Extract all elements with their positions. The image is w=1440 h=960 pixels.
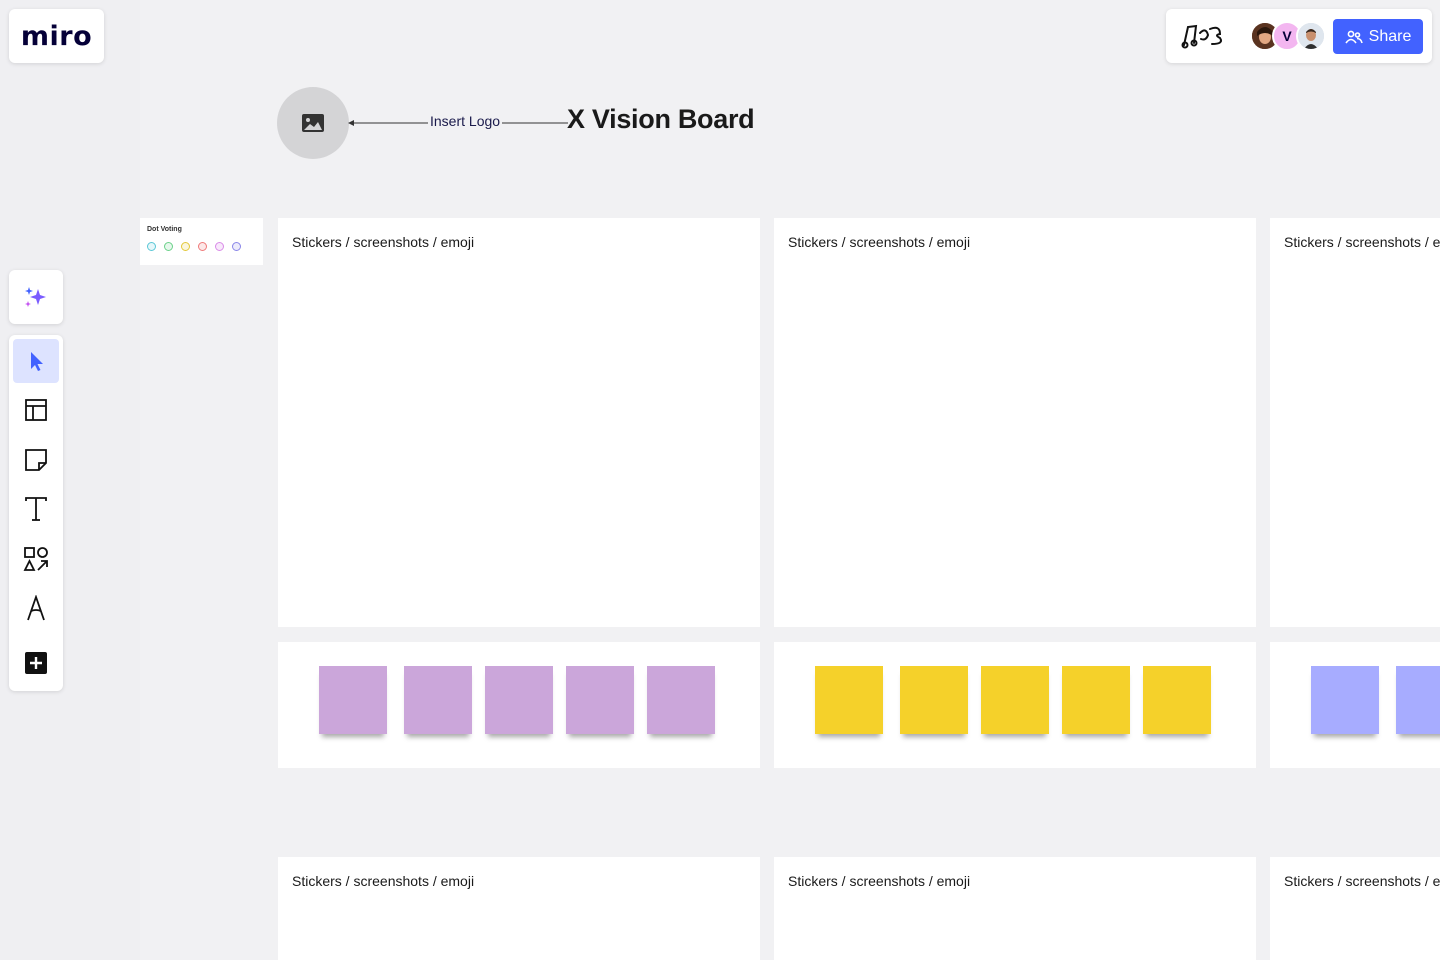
board-title[interactable]: X Vision Board: [567, 104, 755, 135]
voting-dot[interactable]: [164, 242, 173, 251]
frame-label: Stickers / screenshots / emoji: [292, 234, 475, 250]
sticky-note[interactable]: [1062, 666, 1130, 734]
frame-label: Stickers / screenshots / emoji: [788, 873, 971, 889]
share-people-icon: [1344, 30, 1363, 43]
dot-voting-card[interactable]: Dot Voting: [140, 218, 263, 265]
templates-tool[interactable]: [13, 388, 59, 432]
text-icon: [25, 497, 47, 521]
sticky-note-icon: [25, 449, 47, 471]
sticky-note[interactable]: [566, 666, 634, 734]
sticky-note-tool[interactable]: [13, 438, 59, 482]
sticky-note[interactable]: [647, 666, 715, 734]
collaboration-panel: V Share: [1166, 9, 1432, 63]
frame-1[interactable]: Stickers / screenshots / emoji: [278, 218, 760, 627]
frame-label: Stickers / screenshots / emoji: [1284, 873, 1440, 889]
frame-label: Stickers / screenshots / emoji: [1284, 234, 1440, 250]
voting-dot[interactable]: [181, 242, 190, 251]
app-logo-text: miro: [20, 20, 93, 52]
sticky-note[interactable]: [900, 666, 968, 734]
sticky-note[interactable]: [404, 666, 472, 734]
text-tool[interactable]: [13, 487, 59, 531]
sparkle-icon: [25, 287, 46, 307]
avatar-initial: V: [1282, 28, 1292, 44]
sticky-note[interactable]: [1143, 666, 1211, 734]
voting-dot[interactable]: [198, 242, 207, 251]
sticky-note[interactable]: [319, 666, 387, 734]
plus-box-icon: [25, 652, 47, 674]
sticky-note[interactable]: [981, 666, 1049, 734]
shapes-icon: [23, 547, 48, 571]
avatar-photo-icon: [1298, 23, 1324, 49]
sticky-row-yellow: [774, 642, 1256, 768]
layout-icon: [25, 399, 47, 421]
voting-dot[interactable]: [215, 242, 224, 251]
sticky-note[interactable]: [1396, 666, 1440, 734]
collaborator-avatar-3[interactable]: [1296, 21, 1326, 51]
frame-5[interactable]: Stickers / screenshots / emoji: [774, 857, 1256, 960]
sticky-note[interactable]: [1311, 666, 1379, 734]
image-icon: [302, 114, 324, 132]
logo-placeholder[interactable]: [277, 87, 349, 159]
ai-assist-button[interactable]: [9, 270, 63, 324]
dot-voting-title: Dot Voting: [147, 226, 182, 233]
frame-2[interactable]: Stickers / screenshots / emoji: [774, 218, 1256, 627]
share-button[interactable]: Share: [1333, 19, 1423, 54]
shapes-tool[interactable]: [13, 537, 59, 581]
frame-4[interactable]: Stickers / screenshots / emoji: [278, 857, 760, 960]
creation-toolbar: [9, 335, 63, 691]
share-button-label: Share: [1368, 27, 1412, 45]
frame-label: Stickers / screenshots / emoji: [292, 873, 475, 889]
reactions-icon[interactable]: [1180, 21, 1232, 51]
frame-label: Stickers / screenshots / emoji: [788, 234, 971, 250]
cursor-icon: [31, 352, 43, 371]
sticky-row-blue: [1270, 642, 1440, 768]
select-tool[interactable]: [13, 339, 59, 383]
voting-dot[interactable]: [232, 242, 241, 251]
miro-logo[interactable]: miro: [9, 9, 104, 63]
sticky-note[interactable]: [815, 666, 883, 734]
frame-3[interactable]: Stickers / screenshots / emoji: [1270, 218, 1440, 627]
voting-dots: [147, 242, 241, 251]
sticky-note[interactable]: [485, 666, 553, 734]
pen-icon: [27, 595, 45, 621]
voting-dot[interactable]: [147, 242, 156, 251]
frame-6[interactable]: Stickers / screenshots / emoji: [1270, 857, 1440, 960]
pen-tool[interactable]: [13, 586, 59, 630]
sticky-row-purple: [278, 642, 760, 768]
more-apps-tool[interactable]: [13, 641, 59, 685]
insert-logo-label[interactable]: Insert Logo: [428, 113, 503, 129]
